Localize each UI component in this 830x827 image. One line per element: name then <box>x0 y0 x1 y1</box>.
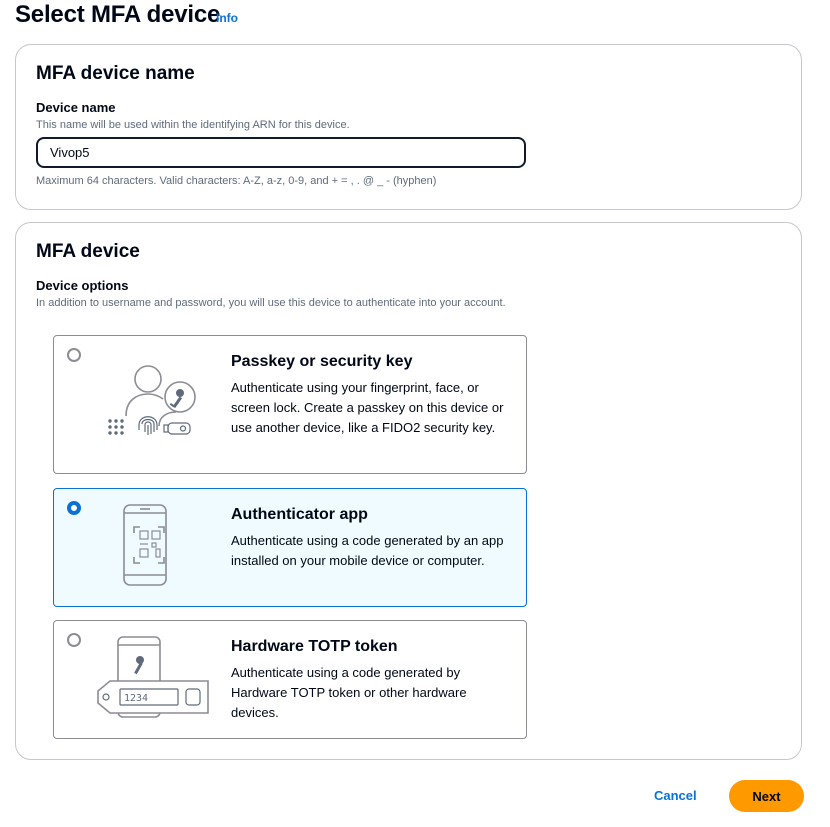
device-name-input[interactable] <box>36 137 526 168</box>
section-title: MFA device <box>36 241 140 262</box>
passkey-icon <box>108 365 196 435</box>
device-options-label: Device options <box>36 278 129 293</box>
option-title: Passkey or security key <box>231 353 413 370</box>
option-hardware-totp[interactable]: 1234 Hardware TOTP token Authenticate us… <box>53 620 527 739</box>
option-authenticator-app[interactable]: Authenticator app Authenticate using a c… <box>53 488 527 607</box>
authenticator-app-icon <box>123 504 167 586</box>
option-passkey[interactable]: Passkey or security key Authenticate usi… <box>53 335 527 474</box>
info-link[interactable]: Info <box>216 11 238 25</box>
section-title: MFA device name <box>36 63 195 84</box>
hardware-token-icon: 1234 <box>97 636 209 718</box>
option-title: Authenticator app <box>231 506 368 523</box>
device-name-constraint: Maximum 64 characters. Valid characters:… <box>36 175 437 187</box>
option-description: Authenticate using your fingerprint, fac… <box>231 380 504 435</box>
next-button[interactable]: Next <box>729 780 804 812</box>
token-display: 1234 <box>124 693 148 704</box>
option-description: Authenticate using a code generated by H… <box>231 665 467 720</box>
option-title: Hardware TOTP token <box>231 638 398 655</box>
mfa-device-panel: MFA device Device options In addition to… <box>15 222 802 760</box>
mfa-device-name-panel: MFA device name Device name This name wi… <box>15 44 802 210</box>
page-title: Select MFA device <box>15 1 221 28</box>
cancel-button[interactable]: Cancel <box>654 788 697 803</box>
radio-hardware-totp[interactable] <box>67 633 81 647</box>
option-description: Authenticate using a code generated by a… <box>231 533 504 568</box>
device-options-description: In addition to username and password, yo… <box>36 297 506 309</box>
radio-authenticator-app[interactable] <box>67 501 81 515</box>
device-name-label: Device name <box>36 100 116 115</box>
device-name-description: This name will be used within the identi… <box>36 119 350 131</box>
radio-passkey[interactable] <box>67 348 81 362</box>
